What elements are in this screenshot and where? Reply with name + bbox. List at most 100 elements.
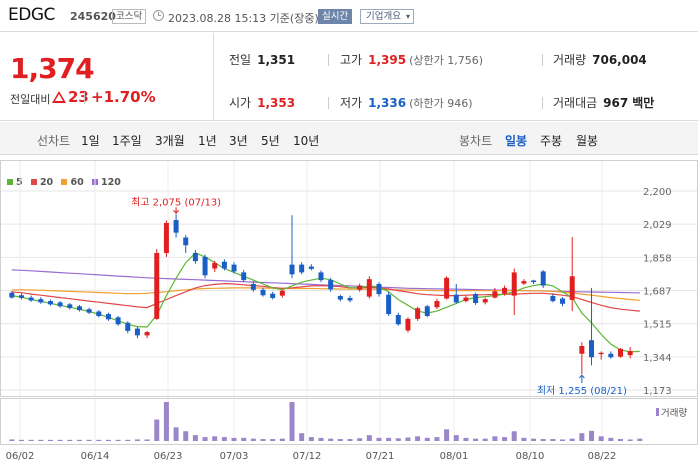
volume-bar xyxy=(608,437,614,441)
candle-body xyxy=(47,301,53,305)
candle-body xyxy=(463,297,469,302)
candle-body xyxy=(560,298,566,304)
candle xyxy=(260,287,266,297)
volume-bar xyxy=(579,433,585,441)
candle xyxy=(144,330,150,339)
volume-bar xyxy=(424,437,430,441)
volume-bar xyxy=(9,439,15,441)
candle-body xyxy=(192,253,198,262)
candle xyxy=(482,297,488,305)
volume-bar xyxy=(173,427,179,441)
candle-body xyxy=(511,272,517,296)
volume-bar xyxy=(125,439,131,441)
volume-bar xyxy=(76,439,82,441)
candle xyxy=(395,312,401,326)
candle-body xyxy=(125,322,131,331)
candle-body xyxy=(86,309,92,313)
volume-bar xyxy=(521,437,527,441)
candle xyxy=(540,270,546,288)
candle xyxy=(463,295,469,303)
volume-bar xyxy=(318,437,324,441)
candle xyxy=(154,249,160,320)
x-tick-label: 08/01 xyxy=(440,451,469,462)
candle-body xyxy=(76,306,82,311)
volume-bar xyxy=(231,437,237,441)
volume-bar xyxy=(637,438,643,441)
x-tick-label: 08/10 xyxy=(516,451,545,462)
volume-bar xyxy=(38,439,44,441)
volume-bar xyxy=(502,437,508,441)
volume-bar xyxy=(241,437,247,441)
candle xyxy=(589,287,595,366)
volume-bar xyxy=(569,438,575,441)
candle xyxy=(299,262,305,275)
candle xyxy=(173,214,179,238)
candle-body xyxy=(183,237,189,246)
candle-body xyxy=(405,318,411,331)
volume-bar xyxy=(347,439,353,441)
candle xyxy=(318,270,324,283)
candle xyxy=(212,260,218,272)
candle-body xyxy=(289,264,295,275)
candle xyxy=(521,279,527,285)
x-tick-label: 07/21 xyxy=(366,451,395,462)
volume-bar xyxy=(589,430,595,441)
volume-bar xyxy=(279,438,285,441)
candle-body xyxy=(212,263,218,269)
candle-body xyxy=(386,294,392,315)
candle-body xyxy=(444,277,450,299)
volume-bar xyxy=(192,435,198,441)
candle xyxy=(270,291,276,300)
candle-body xyxy=(492,291,498,298)
ma20-line xyxy=(11,282,640,312)
candle-body xyxy=(221,261,227,269)
y-tick-label: 2,200 xyxy=(643,187,672,198)
candle xyxy=(598,351,604,360)
candle-body xyxy=(531,280,537,283)
candle xyxy=(67,302,73,310)
candle xyxy=(453,284,459,304)
volume-swatch xyxy=(656,408,659,416)
candle-body xyxy=(357,285,363,290)
volume-bar xyxy=(270,439,276,441)
candle-body xyxy=(260,289,266,296)
candle-body xyxy=(328,280,334,290)
candle-body xyxy=(482,299,488,303)
price-panel-frame xyxy=(0,160,698,397)
volume-bar xyxy=(67,439,73,441)
ma5-line xyxy=(11,252,640,353)
volume-bar xyxy=(492,436,498,441)
candle xyxy=(202,254,208,279)
candle xyxy=(241,270,247,283)
candle xyxy=(347,295,353,303)
candle-body xyxy=(231,264,237,272)
x-tick-label: 06/02 xyxy=(6,451,35,462)
candle-body xyxy=(550,296,556,302)
volume-bar xyxy=(57,439,63,441)
y-tick-label: 1,344 xyxy=(643,353,672,364)
x-tick-label: 06/14 xyxy=(81,451,110,462)
volume-bar xyxy=(627,439,633,441)
candle-body xyxy=(347,297,353,301)
candle-body xyxy=(579,346,585,354)
candle-body xyxy=(134,328,140,336)
volume-bar xyxy=(250,438,256,441)
candle-body xyxy=(337,296,343,300)
volume-bar xyxy=(144,439,150,441)
y-tick-label: 1,515 xyxy=(643,320,672,331)
candle-body xyxy=(18,295,24,298)
candle-body xyxy=(415,308,421,319)
candle xyxy=(608,351,614,359)
candle xyxy=(86,307,92,315)
candle-body xyxy=(96,311,102,316)
candle xyxy=(134,327,140,339)
volume-bar xyxy=(482,438,488,441)
volume-bar xyxy=(560,439,566,441)
candle xyxy=(289,215,295,279)
ma60-line xyxy=(11,287,640,301)
candle xyxy=(366,276,372,299)
volume-bar xyxy=(357,438,363,441)
volume-bar xyxy=(618,439,624,441)
volume-bar xyxy=(337,439,343,441)
candle xyxy=(415,306,421,321)
